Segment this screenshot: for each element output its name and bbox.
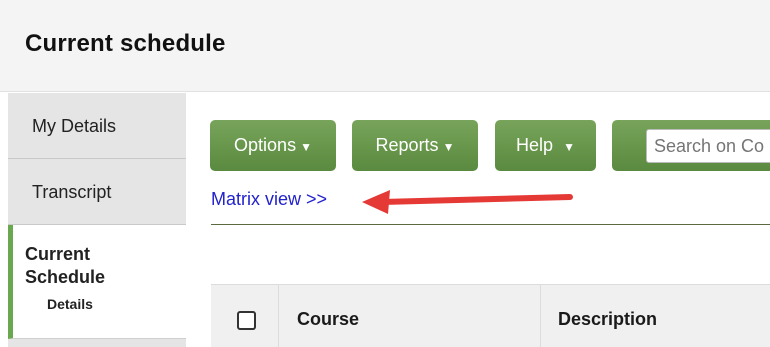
help-label: Help: [516, 135, 554, 155]
select-all-checkbox[interactable]: [237, 311, 256, 330]
column-header-description[interactable]: Description: [541, 285, 770, 347]
sidebar-item-label: My Details: [32, 116, 117, 136]
divider: [211, 224, 770, 225]
reports-label: Reports: [375, 135, 439, 155]
page-title: Current schedule: [25, 30, 226, 57]
sidebar-item-transcript[interactable]: Transcript: [8, 159, 186, 225]
sidebar-item-label: Transcript: [32, 182, 112, 202]
column-header-course[interactable]: Course: [279, 285, 541, 347]
search-bar: [612, 120, 770, 171]
sidebar-item-current-schedule[interactable]: Current Schedule Details: [8, 225, 186, 339]
help-button[interactable]: Help ▼: [495, 120, 596, 171]
select-all-column: [211, 285, 279, 347]
caret-down-icon: ▼: [563, 139, 575, 154]
page-header: Current schedule: [0, 0, 770, 92]
arrow-left-icon: [362, 190, 573, 214]
matrix-view-link[interactable]: Matrix view >>: [211, 189, 327, 210]
sidebar-item-label: Current Schedule: [25, 244, 106, 287]
sidebar-item-next[interactable]: [8, 339, 186, 347]
options-button[interactable]: Options ▼: [210, 120, 336, 171]
sidebar-item-my-details[interactable]: My Details: [8, 93, 186, 159]
caret-down-icon: ▼: [442, 139, 455, 154]
options-label: Options: [234, 135, 297, 155]
search-input[interactable]: [646, 129, 770, 163]
reports-button[interactable]: Reports ▼: [352, 120, 478, 171]
sidebar: My Details Transcript Current Schedule D…: [8, 93, 186, 347]
table-header: Course Description: [211, 284, 770, 347]
caret-down-icon: ▼: [300, 139, 312, 154]
sidebar-subitem-details[interactable]: Details: [25, 293, 186, 316]
